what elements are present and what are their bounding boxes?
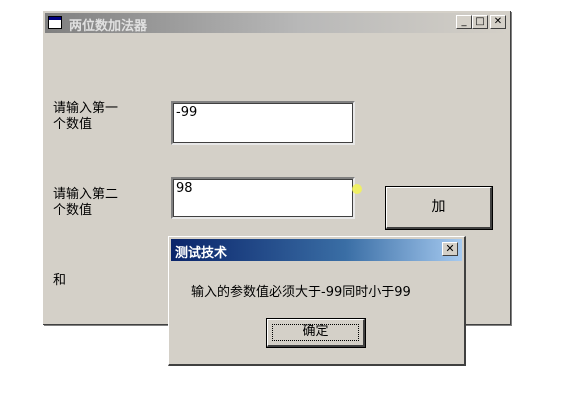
second-number-input[interactable]: 98 xyxy=(171,177,355,219)
close-button[interactable]: ✕ xyxy=(490,15,506,29)
dialog-title: 测试技术 xyxy=(175,246,228,261)
focus-rectangle xyxy=(272,324,359,341)
second-number-label: 请输入第二 个数值 xyxy=(53,187,119,218)
message-dialog: 测试技术 ✕ 输入的参数值必须大于-99同时小于99 确定 xyxy=(168,236,466,366)
maximize-button[interactable]: □ xyxy=(472,15,488,29)
first-number-input[interactable]: -99 xyxy=(171,101,355,145)
dialog-close-button[interactable]: ✕ xyxy=(442,242,458,256)
dialog-message: 输入的参数值必须大于-99同时小于99 xyxy=(191,285,411,300)
add-button[interactable]: 加 xyxy=(385,186,493,230)
dialog-titlebar[interactable]: 测试技术 ✕ xyxy=(171,239,462,261)
minimize-button[interactable]: _ xyxy=(456,15,472,29)
ok-button[interactable]: 确定 xyxy=(266,318,366,348)
mouse-cursor-highlight xyxy=(352,184,362,194)
app-window-icon xyxy=(48,16,62,29)
window-title: 两位数加法器 xyxy=(69,19,148,34)
sum-label: 和 xyxy=(53,273,67,288)
first-number-label: 请输入第一 个数值 xyxy=(53,101,119,132)
main-titlebar[interactable]: 两位数加法器 _ □ ✕ xyxy=(45,13,508,34)
